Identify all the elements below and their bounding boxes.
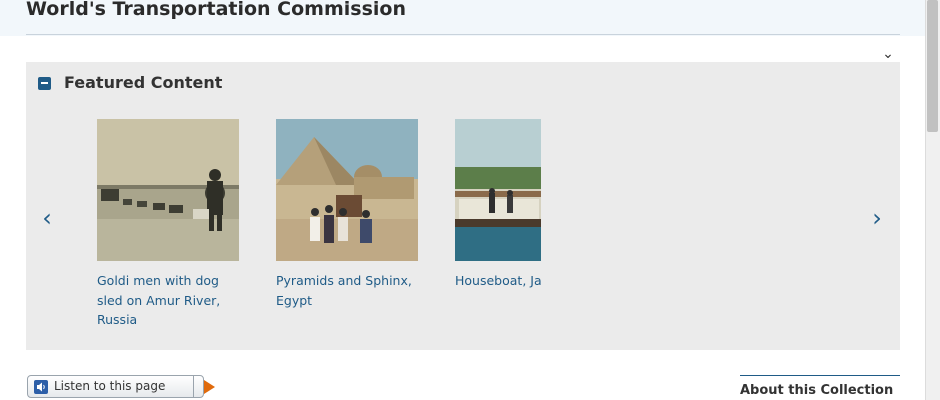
scrollbar-thumb[interactable] — [927, 0, 938, 132]
listen-to-page-button[interactable]: Listen to this page — [27, 375, 215, 398]
about-collection-heading: About this Collection — [740, 383, 894, 398]
speaker-icon — [34, 380, 48, 394]
featured-caption-dog-sled[interactable]: Goldi men with dog sled on Amur River, R… — [97, 271, 247, 330]
chevron-right-icon[interactable]: › — [867, 204, 887, 232]
header-divider — [26, 34, 900, 35]
featured-caption-pyramids[interactable]: Pyramids and Sphinx, Egypt — [276, 271, 431, 310]
collapse-minus-icon[interactable] — [38, 77, 51, 90]
featured-content-heading: Featured Content — [64, 73, 223, 92]
chevron-left-icon[interactable]: ‹ — [37, 204, 57, 232]
about-divider — [740, 375, 900, 376]
chevron-down-icon[interactable]: ⌄ — [880, 46, 896, 62]
page-title: World's Transportation Commission — [26, 0, 406, 20]
play-icon[interactable] — [204, 380, 215, 394]
listen-label: Listen to this page — [54, 379, 166, 393]
featured-thumbnail-pyramids[interactable] — [276, 119, 418, 261]
featured-thumbnail-dog-sled[interactable] — [97, 119, 239, 261]
listen-separator — [193, 376, 194, 397]
featured-caption-houseboat[interactable]: Houseboat, Ja — [455, 271, 541, 291]
featured-thumbnail-houseboat[interactable] — [455, 119, 541, 261]
